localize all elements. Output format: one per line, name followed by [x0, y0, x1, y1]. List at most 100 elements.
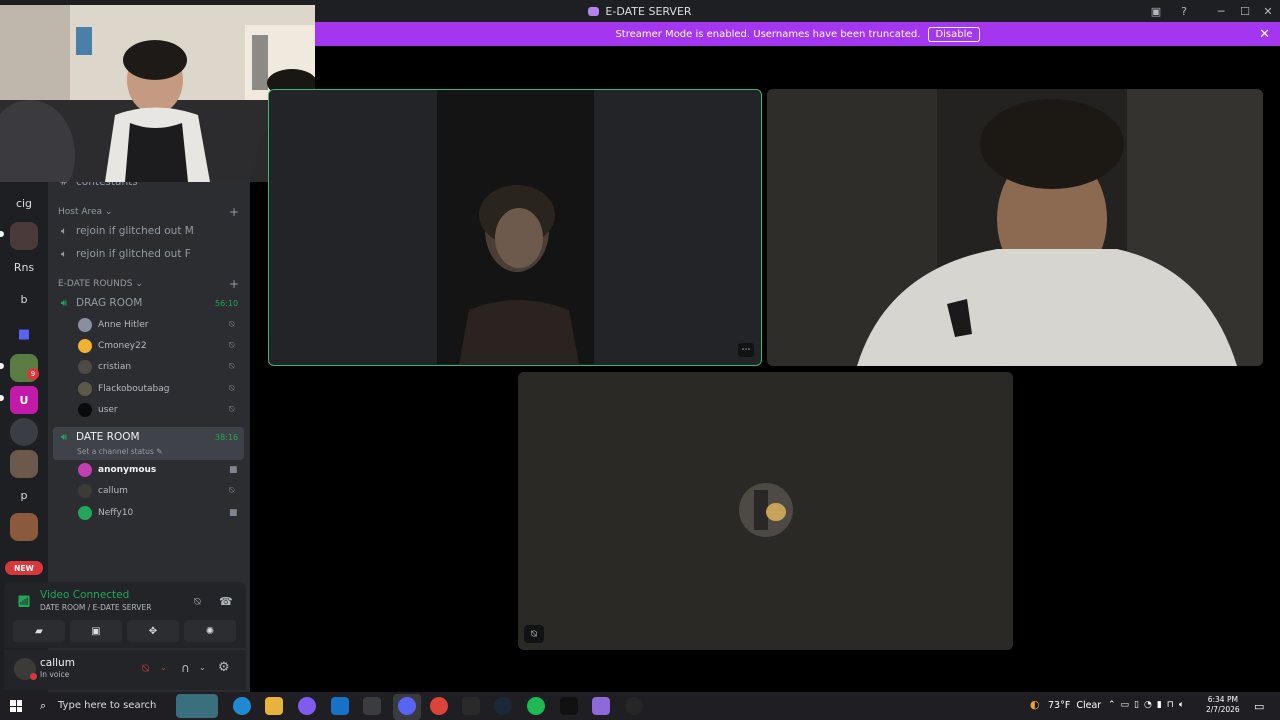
category-e-date-rounds[interactable]: E-DATE ROUNDS ⌄ [58, 279, 143, 289]
voice-member[interactable]: Neffy10 [78, 505, 133, 521]
participant-avatar-image [518, 372, 1013, 650]
more-options-icon[interactable]: ⋯ [738, 343, 754, 357]
gear-icon[interactable]: ⚙ [218, 660, 230, 675]
voice-member[interactable]: Flackoboutabag [78, 381, 169, 397]
video-connected-title: Video Connected [40, 589, 130, 601]
user-voice-status: In voice [40, 670, 70, 679]
voice-member[interactable]: Cmoney22 [78, 338, 147, 354]
close-window-button[interactable]: ✕ [1254, 0, 1280, 22]
muted-mic-icon: ⍉ [524, 625, 544, 643]
notification-icon[interactable]: ▭ [1254, 700, 1264, 713]
file-explorer-icon[interactable] [265, 697, 283, 715]
streamer-mode-banner: Streamer Mode is enabled. Usernames have… [315, 22, 1280, 46]
avatar [78, 360, 92, 374]
chevron-down-icon[interactable]: ⌄ [160, 663, 167, 672]
edge-icon[interactable] [233, 697, 251, 715]
disconnect-icon[interactable]: ☎ [219, 595, 233, 608]
avatar [78, 506, 92, 520]
speaker-icon: 🔊︎ [60, 431, 68, 443]
avatar [78, 484, 92, 498]
deafened-icon: ⍉ [229, 362, 235, 372]
signal-icon[interactable]: 📶︎ [17, 595, 31, 608]
avatar [78, 403, 92, 417]
outlook-icon[interactable] [331, 697, 349, 715]
epic-games-icon[interactable] [462, 697, 480, 715]
camera-off-icon: ▰ [35, 625, 43, 637]
server-cig[interactable]: cig [10, 189, 38, 217]
soundboard-button[interactable]: ✺ [184, 620, 236, 642]
voice-channel-path[interactable]: DATE ROOM / E-DATE SERVER [40, 603, 151, 612]
editor-app-icon[interactable] [560, 697, 578, 715]
speaker-icon: 🔈︎ [61, 225, 67, 237]
video-tile-audio-only[interactable] [518, 372, 1013, 650]
windows-start-icon[interactable] [10, 700, 22, 712]
drag-room-timer: 56:10 [215, 299, 239, 308]
steam-icon[interactable] [494, 697, 512, 715]
avatar [78, 463, 92, 477]
banner-text: Streamer Mode is enabled. Usernames have… [615, 28, 921, 40]
video-tile-speaking[interactable] [268, 89, 762, 366]
channel-drag-room[interactable]: 🔊︎ DRAG ROOM [58, 297, 142, 309]
category-host-area[interactable]: Host Area ⌄ [58, 207, 112, 217]
headphones-icon[interactable]: ∩ [181, 661, 190, 675]
avatar [78, 382, 92, 396]
server-u-logo[interactable]: U [10, 386, 38, 414]
server-rns[interactable]: Rns [10, 253, 38, 281]
system-tray-icons[interactable]: ⌃▭▯◔▮⊓🔈︎ [1108, 700, 1189, 710]
taskbar-search[interactable]: Type here to search [58, 700, 156, 711]
spotify-icon[interactable] [527, 697, 545, 715]
search-highlight-icon[interactable] [176, 694, 218, 718]
new-badge[interactable]: NEW [5, 561, 43, 575]
video-camera-icon: ■ [229, 508, 238, 518]
activities-button[interactable]: ✥ [127, 620, 179, 642]
help-icon[interactable]: ? [1170, 0, 1198, 22]
server-b[interactable]: b [10, 285, 38, 313]
camera-off-button[interactable]: ▰ [13, 620, 65, 642]
voice-member[interactable]: anonymous [78, 462, 156, 478]
noise-suppression-icon[interactable]: ⍉ [194, 595, 201, 609]
screen-share-icon[interactable]: ▣ [1142, 0, 1170, 22]
channel-rejoin-m[interactable]: 🔈︎ rejoin if glitched out M [58, 225, 194, 237]
video-camera-icon: ■ [229, 465, 238, 475]
username[interactable]: callum [40, 657, 75, 669]
voice-member[interactable]: user [78, 402, 118, 418]
banner-close-icon[interactable]: ✕ [1259, 22, 1270, 46]
voice-member[interactable]: callum [78, 483, 128, 499]
server-avatar-4[interactable] [10, 450, 38, 478]
voice-member[interactable]: Anne Hitler [78, 317, 149, 333]
folder-icon[interactable]: ■ [10, 320, 38, 348]
video-feed-image [269, 90, 760, 364]
date-room-timer: 38:16 [215, 433, 239, 442]
voice-member[interactable]: cristian [78, 359, 131, 375]
server-p[interactable]: p [10, 481, 38, 509]
weather-icon: ◐ [1030, 698, 1040, 711]
channel-rejoin-f[interactable]: 🔈︎ rejoin if glitched out F [58, 248, 191, 260]
chevron-down-icon[interactable]: ⌄ [199, 663, 206, 672]
screen-share-button[interactable]: ▣ [70, 620, 122, 642]
server-avatar-3[interactable] [10, 418, 38, 446]
video-tile-participant[interactable] [767, 89, 1263, 366]
clock[interactable]: 6:34 PM 2/7/2026 [1206, 695, 1240, 715]
speaker-icon: 🔊︎ [60, 297, 68, 309]
deafened-icon: ⍉ [229, 486, 235, 496]
search-icon: ⌕ [40, 699, 47, 712]
avatar [78, 318, 92, 332]
server-avatar-5[interactable] [10, 513, 38, 541]
chrome-icon[interactable] [430, 697, 448, 715]
soundboard-icon: ✺ [205, 625, 215, 637]
channel-date-room[interactable]: 🔊︎ DATE ROOM [58, 431, 140, 443]
server-avatar-1[interactable] [10, 222, 38, 250]
discord-icon[interactable] [398, 697, 416, 715]
app-icon[interactable] [592, 697, 610, 715]
weather-widget[interactable]: 73°F Clear [1048, 700, 1101, 711]
deafened-icon: ⍉ [229, 341, 235, 351]
mute-icon[interactable]: ⍉ [142, 661, 149, 676]
channel-status[interactable]: Set a channel status ✎ [77, 447, 162, 456]
deafened-icon: ⍉ [229, 384, 235, 394]
copilot-icon[interactable] [298, 697, 316, 715]
mention-badge: 9 [27, 368, 39, 380]
disable-streamer-mode-button[interactable]: Disable [928, 26, 980, 42]
speaker-icon: 🔈︎ [61, 248, 67, 260]
obs-icon[interactable] [625, 697, 643, 715]
store-icon[interactable] [363, 697, 381, 715]
